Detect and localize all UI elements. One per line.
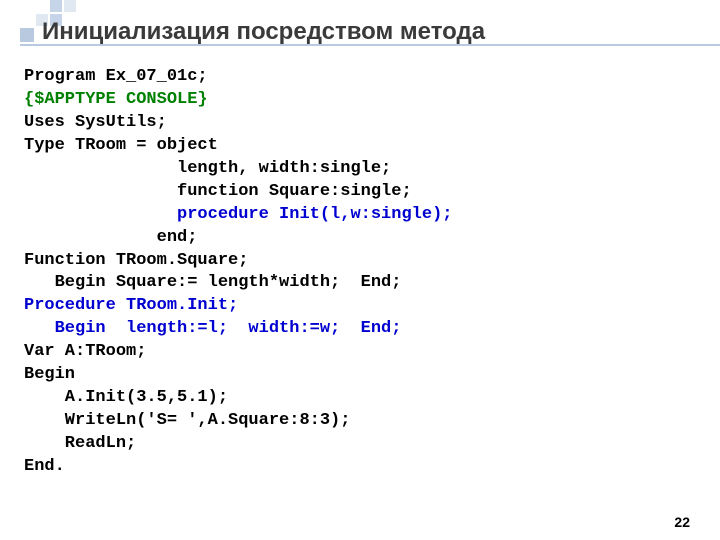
code-line: WriteLn('S= ',A.Square:8:3); xyxy=(24,411,350,430)
code-line: end; xyxy=(24,228,197,247)
code-line: A.Init(3.5,5.1); xyxy=(24,388,228,407)
slide-title: Инициализация посредством метода xyxy=(42,18,485,46)
code-line: Program Ex_07_01c; xyxy=(24,67,208,86)
code-line: {$APPTYPE CONSOLE} xyxy=(24,90,208,109)
code-line: procedure Init(l,w:single); xyxy=(24,205,452,224)
code-line: function Square:single; xyxy=(24,182,412,201)
code-line: Function TRoom.Square; xyxy=(24,251,248,270)
page-number: 22 xyxy=(674,514,690,530)
code-line: Uses SysUtils; xyxy=(24,113,167,132)
code-line: Begin length:=l; width:=w; End; xyxy=(24,319,401,338)
code-line: ReadLn; xyxy=(24,434,136,453)
code-line: Type TRoom = object xyxy=(24,136,218,155)
code-line: Procedure TRoom.Init; xyxy=(24,296,238,315)
code-block: Program Ex_07_01c; {$APPTYPE CONSOLE} Us… xyxy=(24,66,452,479)
code-line: End. xyxy=(24,457,65,476)
code-line: length, width:single; xyxy=(24,159,391,178)
code-line: Var A:TRoom; xyxy=(24,342,146,361)
code-line: Begin xyxy=(24,365,75,384)
code-line: Begin Square:= length*width; End; xyxy=(24,273,401,292)
